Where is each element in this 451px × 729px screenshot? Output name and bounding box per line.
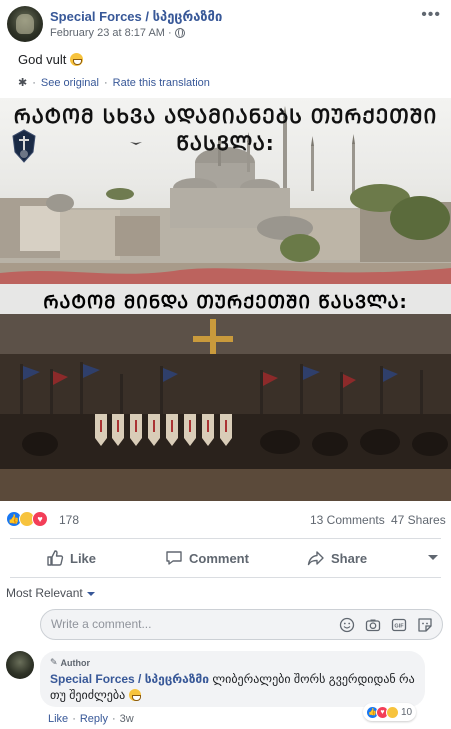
grin-emoji-icon: [70, 53, 84, 66]
post-text: God vult: [18, 52, 84, 67]
comment-author-link[interactable]: Special Forces / სპეცრაზმი: [50, 672, 209, 686]
comment-icon: [166, 551, 182, 565]
top-caption: ᲠᲐᲢᲝᲛ ᲡᲮᲕᲐ ᲐᲓᲐᲛᲘᲐᲜᲔᲑᲡ ᲗᲣᲠᲥᲔᲗᲨᲘ ᲬᲐᲡᲕᲚᲐ:: [13, 104, 438, 155]
shares-count[interactable]: 47 Shares: [391, 513, 446, 527]
translation-bar: ✱ · See original · Rate this translation: [18, 76, 210, 90]
share-icon: [307, 551, 324, 566]
post-header: Special Forces / სპეცრაზმი February 23 a…: [0, 0, 451, 46]
gear-icon[interactable]: ✱: [18, 76, 27, 89]
meta-separator: ·: [167, 27, 172, 39]
author-badge: ✎ Author: [50, 657, 90, 668]
gif-icon[interactable]: GIF: [390, 616, 408, 634]
istanbul-panel: ᲠᲐᲢᲝᲛ ᲡᲮᲕᲐ ᲐᲓᲐᲛᲘᲐᲜᲔᲑᲡ ᲗᲣᲠᲥᲔᲗᲨᲘ ᲬᲐᲡᲕᲚᲐ:: [0, 98, 451, 288]
rate-translation-link[interactable]: Rate this translation: [113, 77, 210, 89]
svg-text:GIF: GIF: [394, 624, 404, 630]
share-options-caret-icon[interactable]: [428, 555, 438, 560]
see-original-link[interactable]: See original: [41, 77, 99, 89]
comment-sort-label: Most Relevant: [6, 586, 83, 600]
comment-age[interactable]: 3w: [120, 713, 134, 725]
comment-reaction-count: 10: [401, 706, 413, 718]
crusaders-panel: [0, 284, 451, 501]
globe-icon: [174, 28, 185, 38]
page-avatar[interactable]: [7, 6, 43, 42]
comment-action-separator: ·: [72, 713, 76, 725]
translation-separator-2: ·: [103, 76, 108, 89]
comment-input[interactable]: [51, 617, 321, 631]
camera-icon[interactable]: [364, 616, 382, 634]
reaction-summary: 👍 ♥ 178 13 Comments 47 Shares: [0, 507, 451, 533]
comment-actions: Like · Reply · 3w: [48, 713, 134, 725]
comment-body: Special Forces / სპეცრაზმი ლიბერალები შო…: [50, 671, 415, 703]
comment-reply-link[interactable]: Reply: [80, 713, 108, 725]
author-badge-label: Author: [60, 657, 91, 668]
share-label: Share: [331, 550, 368, 566]
comment-action-separator-2: ·: [111, 713, 116, 725]
reaction-icons[interactable]: 👍 ♥: [6, 511, 48, 527]
post-action-bar: Like Comment Share: [0, 542, 451, 574]
post-image[interactable]: ᲠᲐᲢᲝᲛ ᲡᲮᲕᲐ ᲐᲓᲐᲛᲘᲐᲜᲔᲑᲡ ᲗᲣᲠᲥᲔᲗᲨᲘ ᲬᲐᲡᲕᲚᲐ: Რ…: [0, 98, 451, 501]
like-label: Like: [70, 550, 97, 566]
comments-count[interactable]: 13 Comments: [310, 513, 385, 527]
like-icon: [47, 550, 64, 566]
share-button[interactable]: Share: [307, 542, 367, 574]
comment-input-box[interactable]: GIF: [40, 609, 443, 640]
post-meta: February 23 at 8:17 AM ·: [50, 27, 185, 39]
reaction-count[interactable]: 178: [59, 513, 79, 527]
comment-button[interactable]: Comment: [165, 542, 249, 574]
post-text-content: God vult: [18, 52, 67, 67]
comment-reaction-summary[interactable]: 👍 ♥ 10: [363, 703, 417, 721]
comment-like-link[interactable]: Like: [48, 713, 68, 725]
smile-emoji-icon: [128, 689, 141, 701]
comment-label: Comment: [189, 550, 249, 566]
post-timestamp[interactable]: February 23 at 8:17 AM: [50, 27, 165, 39]
sticker-icon[interactable]: [416, 616, 434, 634]
page-name-link[interactable]: Special Forces / სპეცრაზმი: [50, 9, 222, 25]
comment-author-avatar[interactable]: [6, 651, 34, 679]
emoji-icon[interactable]: [338, 616, 356, 634]
sad-reaction-icon: [386, 705, 399, 719]
love-reaction-icon: ♥: [32, 511, 48, 527]
more-options-icon[interactable]: •••: [421, 6, 441, 24]
divider: [10, 538, 441, 539]
chevron-down-icon: [86, 591, 95, 596]
pencil-icon: ✎: [50, 657, 58, 667]
translation-separator: ·: [32, 76, 36, 89]
like-button[interactable]: Like: [46, 542, 96, 574]
divider: [10, 577, 441, 578]
comment-input-icons: GIF: [338, 616, 434, 634]
comment-bubble: ✎ Author Special Forces / სპეცრაზმი ლიბე…: [40, 651, 425, 707]
bottom-caption: ᲠᲐᲢᲝᲛ ᲛᲘᲜᲓᲐ ᲗᲣᲠᲥᲔᲗᲨᲘ ᲬᲐᲡᲕᲚᲐ:: [43, 292, 408, 313]
army-illustration: [0, 284, 451, 501]
comment-sort-dropdown[interactable]: Most Relevant: [6, 586, 95, 600]
